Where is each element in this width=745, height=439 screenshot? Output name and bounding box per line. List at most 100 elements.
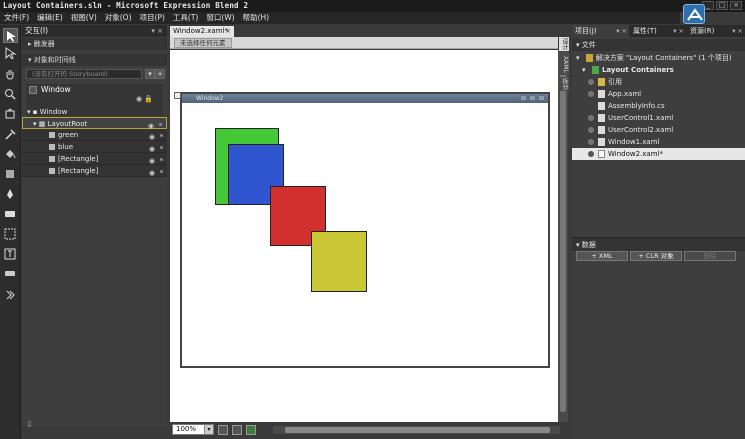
- pin-icon[interactable]: ▾ ×: [616, 25, 627, 37]
- file-references[interactable]: 引用: [572, 76, 745, 88]
- add-clr-object-button[interactable]: + CLR 对象: [630, 251, 682, 261]
- menu-tools[interactable]: 工具(T): [169, 12, 202, 24]
- lock-dot-icon[interactable]: [160, 134, 163, 137]
- project-node[interactable]: ▾ Layout Containers: [572, 64, 745, 76]
- expand-icon[interactable]: [588, 115, 594, 121]
- layout-panel-tool-icon[interactable]: [3, 227, 18, 242]
- tab-close-icon[interactable]: ×: [225, 26, 231, 37]
- menu-project[interactable]: 项目(P): [136, 12, 169, 24]
- project-panel: 项目(J) ▾ × 属性(T) ▾ × 资源(R) ▾ × ▾ 文件 ▾ 解决方案 "…: [572, 25, 745, 439]
- down-arrow-icon[interactable]: ⇩: [26, 420, 33, 429]
- horizontal-scrollbar[interactable]: [273, 426, 560, 434]
- rectangle-icon: [49, 132, 55, 138]
- expand-icon[interactable]: [588, 91, 594, 97]
- tab-project[interactable]: 项目(J) ▾ ×: [572, 25, 629, 37]
- vertical-scrollbar[interactable]: [558, 50, 568, 422]
- menu-object[interactable]: 对象(O): [101, 12, 136, 24]
- control-tool-icon[interactable]: [3, 267, 18, 282]
- scope-up-icon[interactable]: [29, 86, 37, 94]
- camera-orbit-tool-icon[interactable]: [3, 107, 18, 122]
- menu-edit[interactable]: 编辑(E): [33, 12, 67, 24]
- tree-item-blue[interactable]: blue ◉: [22, 141, 167, 153]
- close-button[interactable]: ×: [730, 1, 742, 10]
- tab-resources[interactable]: 资源(R) ▾ ×: [687, 25, 745, 37]
- zoom-tool-icon[interactable]: [3, 87, 18, 102]
- scrollbar-thumb[interactable]: [560, 56, 566, 412]
- lock-dot-icon[interactable]: [160, 170, 163, 173]
- interaction-panel: 交互(I) ▾ × ▸ 触发器 ▾ 对象和时间线 (没有打开的 Storyboa…: [22, 25, 167, 427]
- window-title: Layout Containers.sln - Microsoft Expres…: [3, 1, 249, 10]
- data-header[interactable]: ▾ 数据: [572, 239, 745, 251]
- brush-transform-tool-icon[interactable]: [3, 167, 18, 182]
- solution-node[interactable]: ▾ 解决方案 "Layout Containers" (1 个项目): [572, 52, 745, 64]
- tree-item-label: [Rectangle]: [58, 155, 99, 163]
- tree-item-rectangle[interactable]: [Rectangle] ◉: [22, 153, 167, 165]
- pan-tool-icon[interactable]: [3, 67, 18, 82]
- add-storyboard-button[interactable]: +: [155, 69, 165, 79]
- snap-grid-icon[interactable]: [232, 425, 242, 435]
- lock-dot-icon[interactable]: [160, 146, 163, 149]
- rectangle-tool-icon[interactable]: [3, 207, 18, 222]
- menu-window[interactable]: 窗口(W): [202, 12, 238, 24]
- tree-item-rectangle[interactable]: [Rectangle] ◉: [22, 165, 167, 177]
- zoom-value: 100%: [176, 425, 197, 433]
- rectangle-icon: [49, 144, 55, 150]
- lock-dot-icon[interactable]: [159, 123, 162, 126]
- eyedropper-tool-icon[interactable]: [3, 127, 18, 142]
- file-usercontrol2[interactable]: UserControl2.xaml: [572, 124, 745, 136]
- expand-icon[interactable]: [588, 151, 594, 157]
- yellow-rectangle[interactable]: [311, 231, 367, 292]
- pen-tool-icon[interactable]: [3, 187, 18, 202]
- maximize-button[interactable]: □: [716, 1, 728, 10]
- tab-properties[interactable]: 属性(T) ▾ ×: [630, 25, 686, 37]
- rectangle-icon: [49, 168, 55, 174]
- breadcrumb-item[interactable]: 未选择任何元素: [174, 38, 232, 48]
- zoom-combo[interactable]: 100% ▾: [172, 424, 214, 435]
- lock-dot-icon[interactable]: [160, 158, 163, 161]
- pin-icon[interactable]: ▾ ×: [732, 25, 743, 37]
- asset-library-icon[interactable]: [3, 288, 18, 303]
- delete-button[interactable]: 删除: [684, 251, 736, 261]
- menu-view[interactable]: 视图(V): [67, 12, 101, 24]
- triggers-label: 触发器: [33, 40, 55, 48]
- menu-help[interactable]: 帮助(H): [239, 12, 274, 24]
- pin-icon[interactable]: ▾ ×: [673, 25, 684, 37]
- selection-tool-icon[interactable]: [3, 28, 18, 43]
- storyboard-menu-button[interactable]: ▾: [145, 69, 155, 79]
- grid-icon[interactable]: [218, 425, 228, 435]
- file-usercontrol1[interactable]: UserControl1.xaml: [572, 112, 745, 124]
- pin-icon[interactable]: ▾ ×: [151, 25, 163, 37]
- tab-design[interactable]: 设计: [559, 37, 569, 51]
- files-header[interactable]: ▾ 文件: [572, 39, 745, 51]
- view-mode-tabs: 设计 XAML 拆分: [559, 37, 569, 97]
- file-app-xaml[interactable]: App.xaml: [572, 88, 745, 100]
- expand-icon[interactable]: [588, 127, 594, 133]
- tab-label: Window2.xaml*: [173, 27, 228, 35]
- chevron-down-icon[interactable]: ▾: [204, 425, 213, 434]
- file-window2[interactable]: Window2.xaml*: [572, 148, 745, 160]
- file-window1[interactable]: Window1.xaml: [572, 136, 745, 148]
- tab-xaml[interactable]: XAML: [559, 53, 569, 75]
- visibility-eye-icon[interactable]: ◉: [149, 167, 155, 179]
- scrollbar-thumb[interactable]: [285, 427, 550, 433]
- objects-timeline-header[interactable]: ▾ 对象和时间线: [22, 54, 167, 66]
- design-min-icon: [520, 95, 527, 101]
- file-assemblyinfo[interactable]: AssemblyInfo.cs: [572, 100, 745, 112]
- tree-item-label: Window: [39, 108, 68, 116]
- expand-icon[interactable]: [588, 139, 594, 145]
- text-tool-icon[interactable]: [3, 247, 18, 262]
- breadcrumb: 未选择任何元素: [170, 37, 558, 49]
- menu-file[interactable]: 文件(F): [0, 12, 33, 24]
- direct-select-tool-icon[interactable]: [3, 46, 18, 61]
- paint-bucket-tool-icon[interactable]: [3, 147, 18, 162]
- tree-item-layoutroot[interactable]: ▾ ▦ LayoutRoot ◉: [22, 117, 167, 130]
- expand-icon[interactable]: [588, 79, 594, 85]
- add-xml-button[interactable]: + XML: [576, 251, 628, 261]
- tab-split[interactable]: 拆分: [559, 77, 569, 91]
- tree-item-green[interactable]: green ◉: [22, 129, 167, 141]
- storyboard-picker[interactable]: (没有打开的 Storyboard): [26, 69, 142, 79]
- window-grip-icon[interactable]: [174, 92, 181, 99]
- triggers-header[interactable]: ▸ 触发器: [22, 38, 167, 50]
- snap-lines-icon[interactable]: [246, 425, 256, 435]
- tab-window2[interactable]: Window2.xaml* ×: [170, 26, 234, 37]
